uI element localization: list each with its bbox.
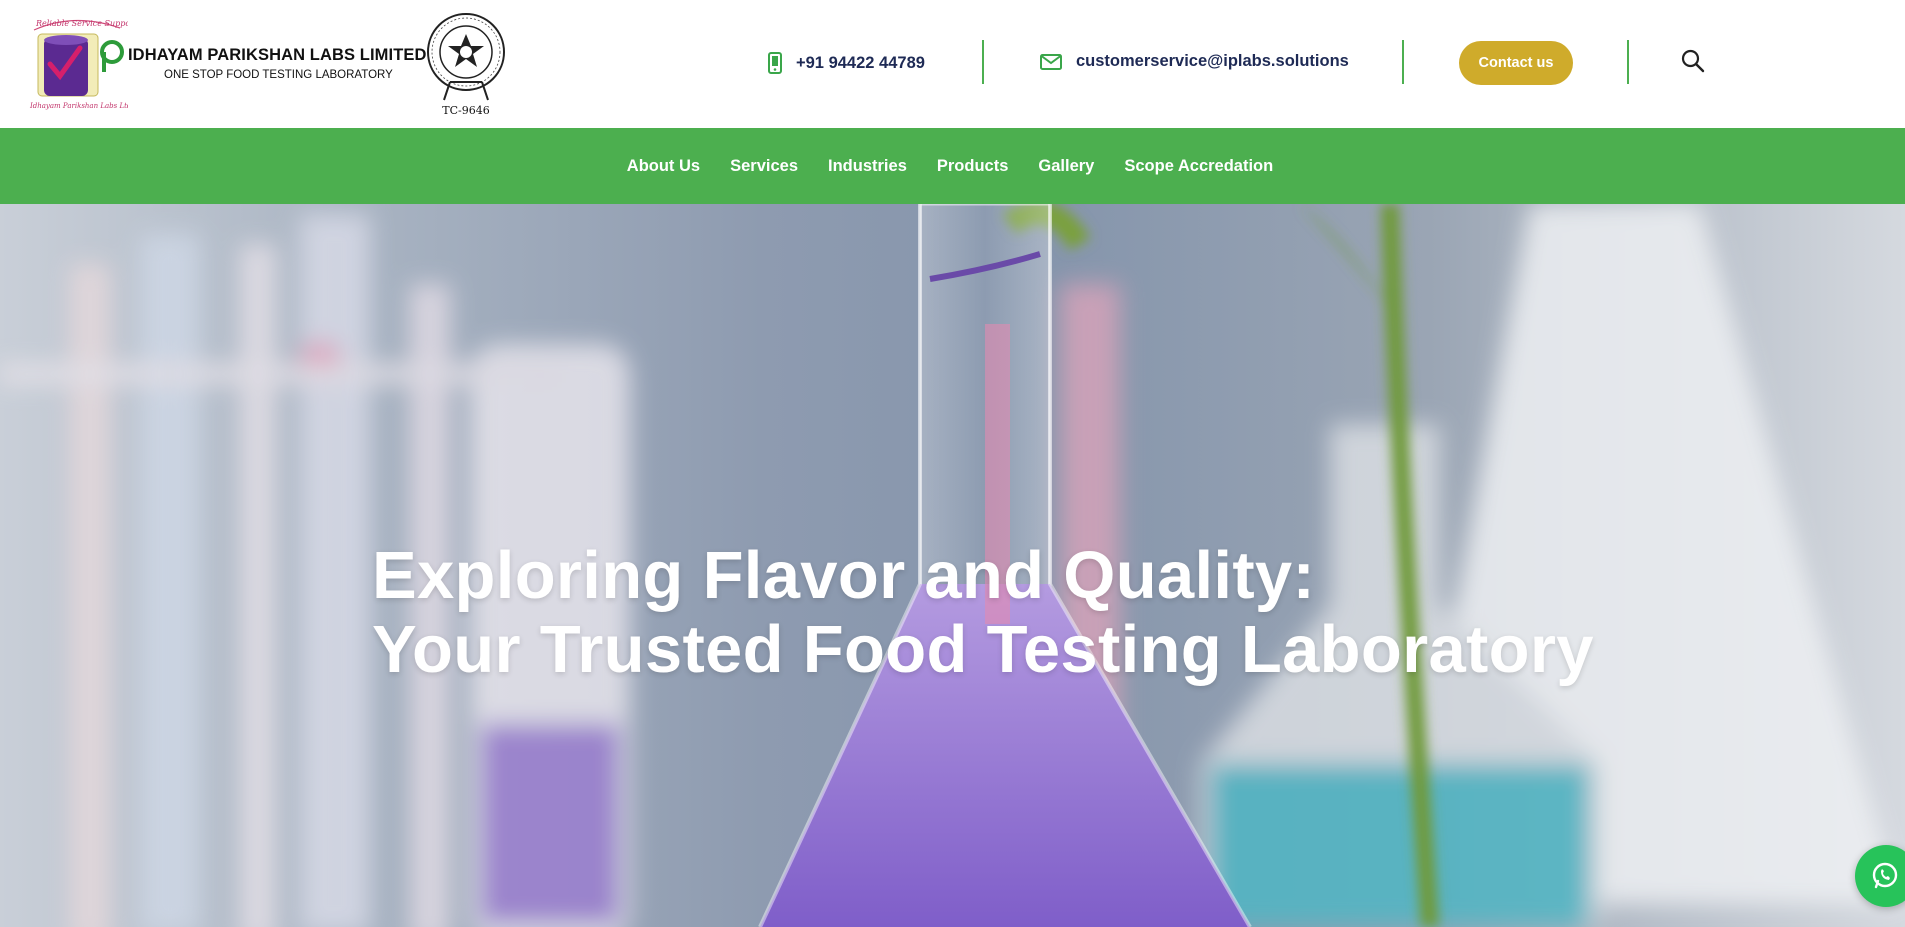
nav-item-services[interactable]: Services [730, 157, 798, 176]
whatsapp-icon [1872, 862, 1898, 889]
nav-item-gallery[interactable]: Gallery [1038, 157, 1094, 176]
seal-code: TC-9646 [442, 104, 490, 117]
hero-banner: Exploring Flavor and Quality: Your Trust… [0, 204, 1905, 927]
search-icon[interactable] [1680, 48, 1706, 74]
company-name: IDHAYAM PARIKSHAN LABS LIMITED [128, 46, 427, 64]
logo-bottom-text: Idhayam Parikshan Labs Ltd [29, 102, 128, 110]
hero-title-line-2: Your Trusted Food Testing Laboratory [372, 612, 1594, 687]
main-nav: About Us Services Industries Products Ga… [0, 128, 1905, 204]
envelope-icon [1040, 53, 1062, 70]
email-address[interactable]: customerservice@iplabs.solutions [1076, 52, 1349, 71]
accreditation-seal: TC-9646 [424, 12, 508, 120]
hero-title-line-1: Exploring Flavor and Quality: [372, 538, 1316, 613]
company-logo[interactable]: Reliable Service Support Idhayam Pariksh… [24, 12, 138, 112]
email-contact[interactable]: customerservice@iplabs.solutions [1040, 52, 1349, 71]
header-divider [1627, 40, 1629, 84]
nav-item-products[interactable]: Products [937, 157, 1009, 176]
nav-item-industries[interactable]: Industries [828, 157, 907, 176]
logo-ring-text: Reliable Service Support [35, 19, 128, 28]
brand-block: IDHAYAM PARIKSHAN LABS LIMITED ONE STOP … [128, 46, 427, 81]
phone-contact[interactable]: +91 94422 44789 [768, 52, 925, 74]
phone-number[interactable]: +91 94422 44789 [796, 54, 925, 73]
header-divider [982, 40, 984, 84]
nav-item-scope-accredation[interactable]: Scope Accredation [1124, 157, 1273, 176]
hero-heading: Exploring Flavor and Quality: Your Trust… [372, 539, 1594, 687]
site-header: Reliable Service Support Idhayam Pariksh… [0, 0, 1905, 128]
header-divider [1402, 40, 1404, 84]
nav-item-about-us[interactable]: About Us [627, 157, 700, 176]
mobile-phone-icon [768, 52, 782, 74]
company-tagline: ONE STOP FOOD TESTING LABORATORY [164, 69, 393, 81]
contact-us-button[interactable]: Contact us [1459, 41, 1573, 85]
